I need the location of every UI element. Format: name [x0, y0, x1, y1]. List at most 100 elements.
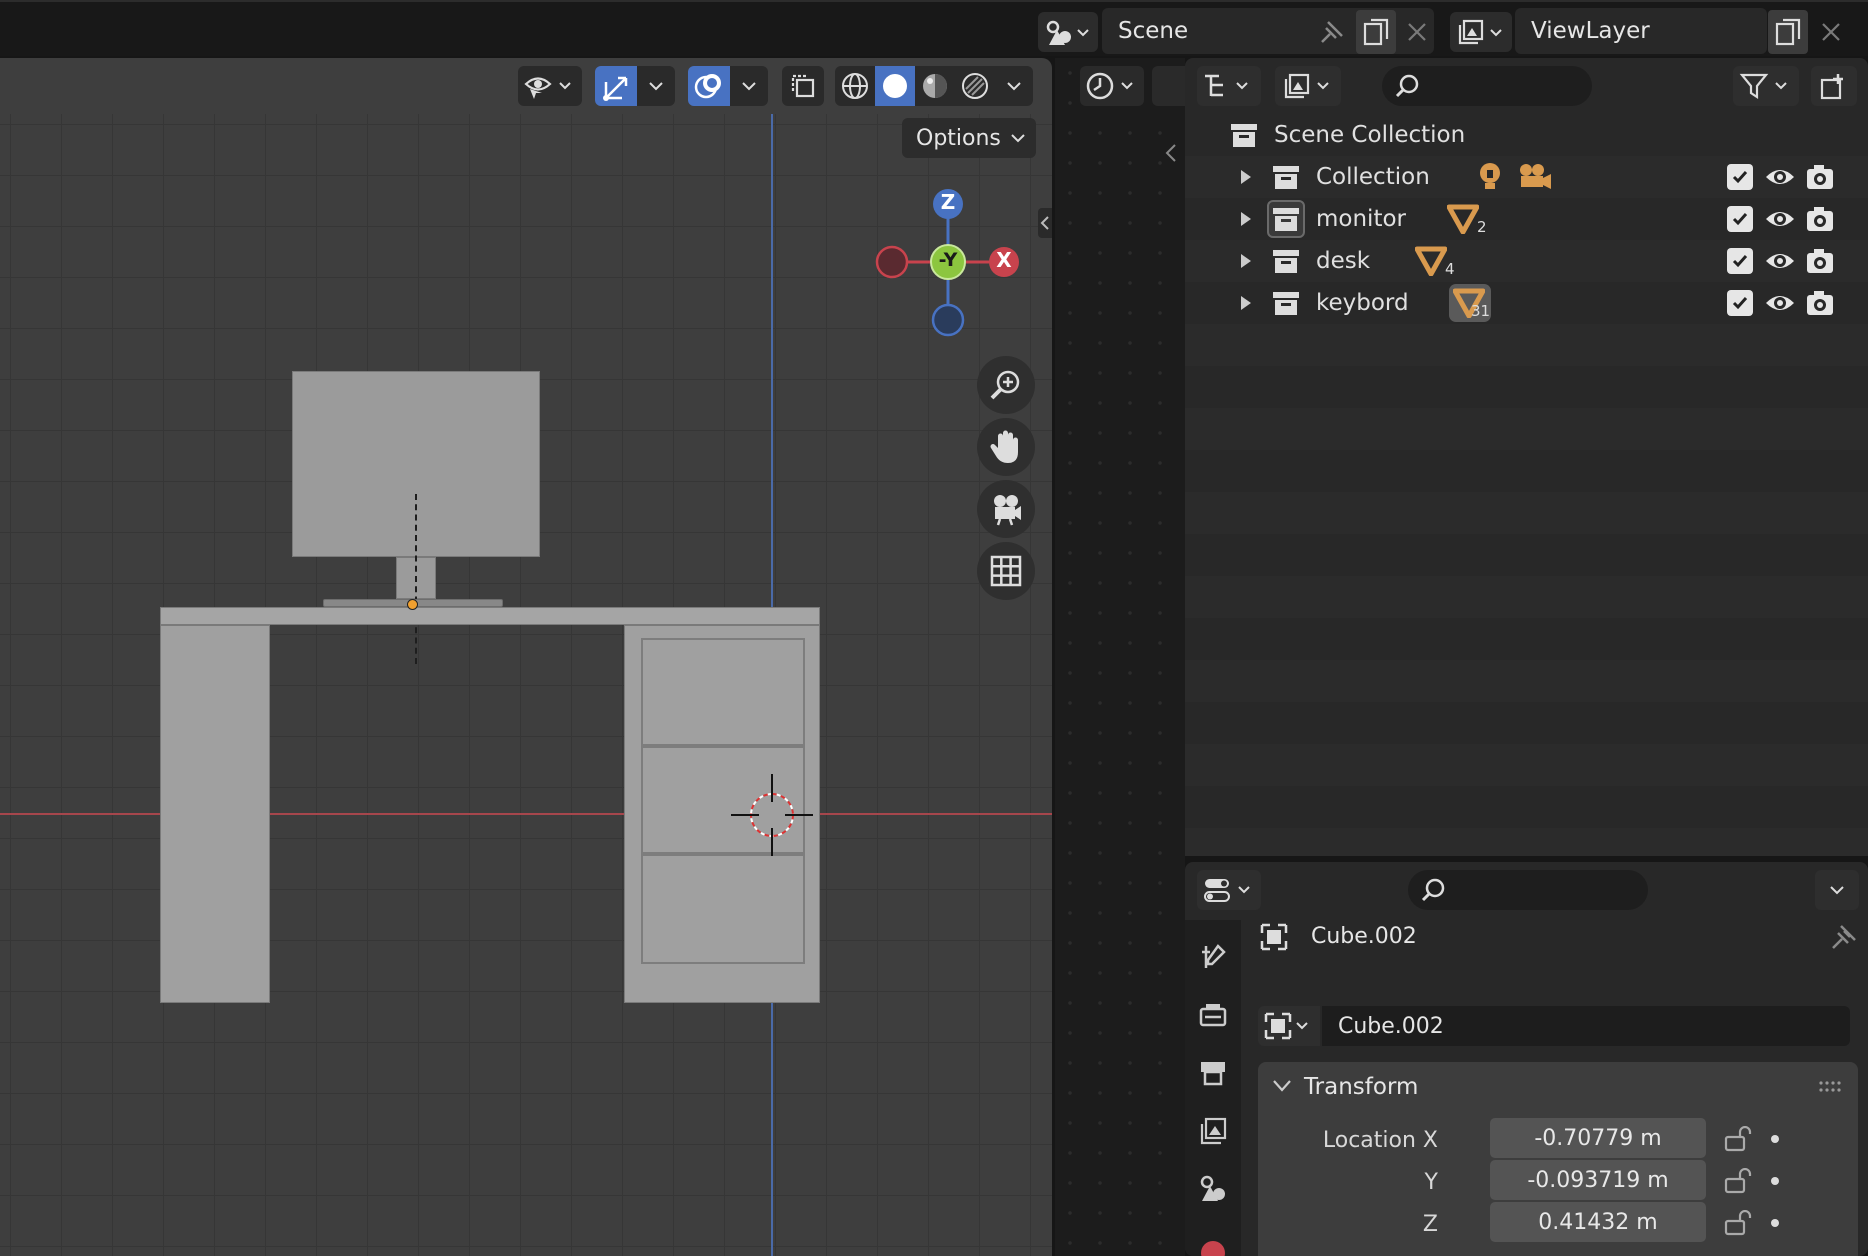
properties-tabs — [1185, 920, 1241, 1256]
render-camera-icon[interactable] — [1805, 204, 1835, 234]
zoom-button[interactable] — [977, 356, 1035, 414]
output-tab-icon[interactable] — [1198, 1058, 1228, 1088]
top-bar: Scene ViewLayer — [0, 0, 1868, 56]
scene-tab-icon[interactable] — [1198, 1174, 1228, 1204]
sidebar-toggle[interactable] — [1038, 208, 1052, 238]
viewport-3d[interactable]: Options Z X -Y — [0, 58, 1052, 1256]
parent-relation-line — [415, 494, 417, 664]
eye-icon[interactable] — [1764, 291, 1796, 315]
scene-selector-button[interactable] — [1038, 12, 1098, 52]
region-collapse-arrow[interactable] — [1159, 136, 1183, 170]
drawer[interactable] — [641, 638, 805, 746]
shading-dropdown[interactable] — [995, 66, 1033, 106]
eye-icon[interactable] — [1764, 249, 1796, 273]
outliner-row-collection[interactable]: Collection — [1185, 156, 1868, 198]
gizmo-dropdown[interactable] — [637, 66, 675, 106]
3d-cursor[interactable] — [729, 772, 815, 858]
chevron-left-icon — [1165, 144, 1176, 162]
properties-panel: Cube.002 Cube.002 Transform Location X -… — [1185, 862, 1868, 1256]
gizmo-toggle[interactable] — [595, 66, 637, 106]
material-shading-button[interactable] — [915, 66, 955, 106]
viewlayer-name-field[interactable]: ViewLayer — [1515, 8, 1767, 54]
options-dropdown[interactable]: Options — [902, 118, 1036, 158]
collapsed-editor-area — [1055, 58, 1185, 1256]
projection-toggle-button[interactable] — [977, 542, 1035, 600]
delete-scene-button[interactable] — [1398, 12, 1436, 52]
properties-options-dropdown[interactable] — [1815, 870, 1859, 910]
properties-search-input[interactable] — [1408, 870, 1648, 910]
outliner-scene-collection[interactable]: Scene Collection — [1185, 114, 1868, 156]
object-name-field[interactable]: Cube.002 — [1322, 1006, 1850, 1046]
light-icon[interactable] — [1475, 161, 1505, 193]
pin-icon[interactable] — [1829, 922, 1859, 952]
editor-type-button[interactable] — [1197, 870, 1261, 910]
render-camera-icon[interactable] — [1805, 288, 1835, 318]
exclude-checkbox[interactable] — [1727, 164, 1753, 190]
mesh-icon[interactable] — [1415, 246, 1447, 276]
overlays-toggle[interactable] — [688, 66, 730, 106]
unlock-icon[interactable] — [1722, 1126, 1754, 1152]
keyframe-dot-icon[interactable] — [1768, 1216, 1782, 1230]
eye-icon[interactable] — [1764, 165, 1796, 189]
location-x-field[interactable]: -0.70779 m — [1490, 1118, 1706, 1158]
expand-arrow-icon[interactable] — [1239, 295, 1253, 311]
keyframe-dot-icon[interactable] — [1768, 1174, 1782, 1188]
pan-button[interactable] — [977, 418, 1035, 476]
viewlayer-selector-button[interactable] — [1450, 12, 1512, 52]
outliner-search-input[interactable] — [1382, 66, 1592, 106]
delete-viewlayer-button[interactable] — [1812, 12, 1850, 52]
mesh-icon[interactable] — [1447, 204, 1479, 234]
wireframe-shading-button[interactable] — [835, 66, 875, 106]
drag-handle-icon[interactable] — [1818, 1080, 1846, 1094]
outliner-row-keybord[interactable]: keybord 31 — [1185, 282, 1868, 324]
eye-icon[interactable] — [1764, 207, 1796, 231]
filter-dropdown[interactable] — [1733, 66, 1799, 106]
desk-left-leg[interactable] — [160, 625, 270, 1003]
toolbar-button[interactable] — [1152, 66, 1185, 106]
rendered-shading-button[interactable] — [955, 66, 995, 106]
transform-panel: Transform Location X -0.70779 m Y -0.093… — [1258, 1062, 1858, 1256]
visibility-toggle[interactable] — [518, 66, 582, 106]
object-browse-button[interactable] — [1258, 1006, 1320, 1046]
location-x-label: Location X — [1322, 1128, 1438, 1153]
render-tab-icon[interactable] — [1198, 1000, 1228, 1030]
exclude-checkbox[interactable] — [1727, 206, 1753, 232]
new-viewlayer-button[interactable] — [1768, 10, 1808, 54]
filter-icon — [1739, 73, 1787, 100]
solid-shading-button[interactable] — [875, 66, 915, 106]
camera-icon[interactable] — [1515, 161, 1553, 193]
collection-box-icon — [1273, 166, 1299, 189]
unlock-icon[interactable] — [1722, 1168, 1754, 1194]
render-camera-icon[interactable] — [1805, 246, 1835, 276]
expand-arrow-icon[interactable] — [1239, 253, 1253, 269]
exclude-checkbox[interactable] — [1727, 248, 1753, 274]
expand-arrow-icon[interactable] — [1239, 169, 1253, 185]
unlock-icon[interactable] — [1722, 1210, 1754, 1236]
desk-top[interactable] — [160, 607, 820, 625]
outliner-row-desk[interactable]: desk 4 — [1185, 240, 1868, 282]
drawer[interactable] — [641, 854, 805, 964]
object-icon — [1264, 1012, 1308, 1040]
camera-view-button[interactable] — [977, 480, 1035, 538]
check-icon — [1732, 171, 1748, 184]
viewlayer-dropdown[interactable] — [1275, 66, 1341, 106]
exclude-checkbox[interactable] — [1727, 290, 1753, 316]
expand-arrow-icon[interactable] — [1239, 211, 1253, 227]
outliner-row-monitor[interactable]: monitor 2 — [1185, 198, 1868, 240]
transform-panel-header[interactable]: Transform — [1258, 1062, 1858, 1112]
camera-icon — [994, 495, 1021, 526]
world-tab-icon[interactable] — [1198, 1238, 1228, 1256]
xray-toggle[interactable] — [782, 66, 824, 106]
render-camera-icon[interactable] — [1805, 162, 1835, 192]
pin-scene-button[interactable] — [1312, 12, 1352, 52]
location-z-field[interactable]: 0.41432 m — [1490, 1202, 1706, 1242]
new-scene-button[interactable] — [1356, 10, 1396, 54]
view-selector-button[interactable] — [1080, 66, 1144, 106]
tool-tab-icon[interactable] — [1198, 942, 1228, 972]
location-y-field[interactable]: -0.093719 m — [1490, 1160, 1706, 1200]
keyframe-dot-icon[interactable] — [1768, 1132, 1782, 1146]
new-collection-button[interactable] — [1811, 66, 1857, 106]
display-mode-button[interactable] — [1197, 66, 1261, 106]
view-layer-tab-icon[interactable] — [1198, 1116, 1228, 1146]
overlays-dropdown[interactable] — [730, 66, 768, 106]
